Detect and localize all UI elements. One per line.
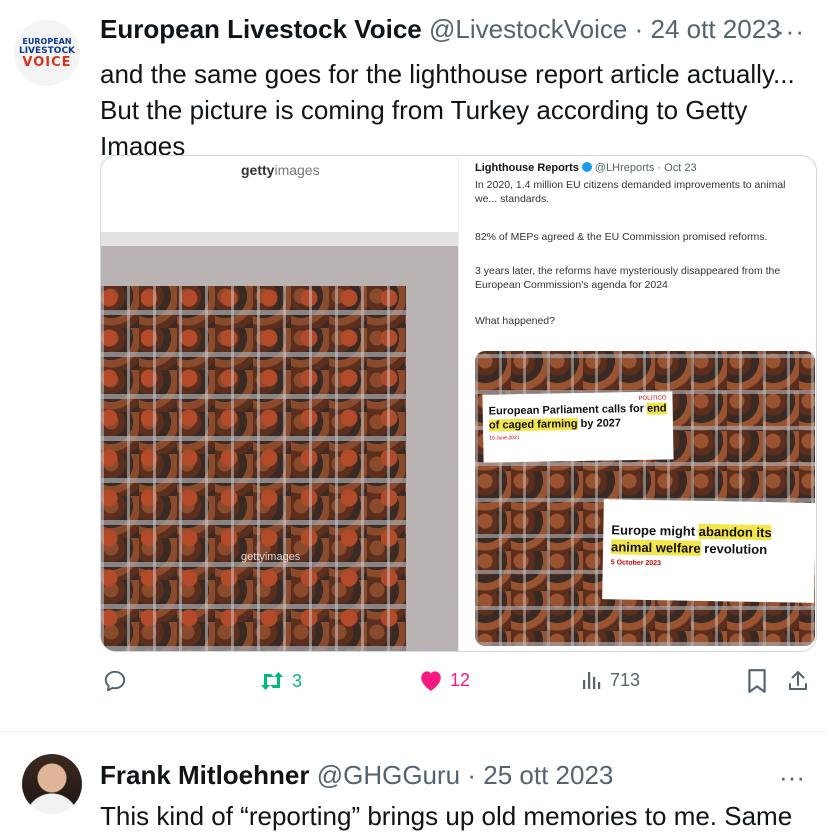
- tweet-text: and the same goes for the lighthouse rep…: [100, 59, 795, 161]
- reply-button[interactable]: [102, 668, 134, 694]
- clipping-headline: European Parliament calls for end of cag…: [488, 402, 667, 432]
- headline-clipping-1: POLITICO European Parliament calls for e…: [482, 391, 674, 463]
- tweet[interactable]: EUROPEAN LIVESTOCK VOICE European Livest…: [0, 0, 827, 730]
- clipping-date: 5 October 2023: [610, 559, 662, 568]
- more-options-icon[interactable]: ···: [776, 16, 805, 47]
- like-count: 12: [450, 669, 471, 690]
- heart-icon: [421, 671, 441, 691]
- views-chart-icon: [583, 672, 601, 689]
- share-button[interactable]: [786, 668, 810, 694]
- reply-icon: [104, 670, 126, 692]
- chicken-cage-photo: [101, 286, 406, 651]
- embedded-text-2: 82% of MEPs agreed & the EU Commission p…: [475, 231, 768, 243]
- avatar[interactable]: EUROPEAN LIVESTOCK VOICE: [14, 20, 80, 86]
- tweet-actions: 3 12 713: [100, 668, 815, 708]
- getty-screenshot: gettyimages gettyimages: [101, 156, 458, 651]
- bookmark-icon: [748, 669, 766, 693]
- bookmark-button[interactable]: [746, 668, 768, 694]
- embedded-date: Oct 23: [664, 162, 697, 174]
- like-button[interactable]: 12: [418, 668, 470, 692]
- display-name[interactable]: European Livestock Voice: [100, 14, 422, 44]
- display-name[interactable]: Frank Mitloehner: [100, 760, 309, 790]
- share-icon: [789, 671, 807, 690]
- headline-clipping-2: Europe might abandon its animal welfare r…: [602, 499, 815, 603]
- views-button[interactable]: 713: [580, 668, 640, 692]
- separator: ·: [657, 162, 662, 174]
- clipping-date: 10 June 2021: [489, 435, 520, 442]
- more-options-icon[interactable]: ···: [779, 762, 805, 793]
- tweet-header: European Livestock Voice @LivestockVoice…: [100, 14, 781, 45]
- tweet-text: This kind of “reporting” brings up old m…: [100, 801, 793, 831]
- avatar-text-2: LIVESTOCK: [18, 45, 76, 56]
- repost-count: 3: [292, 670, 303, 691]
- embedded-tweet-screenshot: Lighthouse Reports @LHreports · Oct 23 In…: [458, 156, 816, 651]
- embedded-text-1: In 2020, 1.4 million EU citizens demande…: [475, 179, 786, 205]
- divider: [101, 232, 458, 246]
- getty-logo: gettyimages: [241, 162, 320, 178]
- embedded-tweet-header: Lighthouse Reports @LHreports · Oct 23: [475, 162, 697, 174]
- verified-badge-icon: [581, 162, 592, 172]
- avatar-text-3: VOICE: [22, 54, 72, 70]
- tweet-media[interactable]: gettyimages gettyimages Lighthouse Repor…: [100, 155, 817, 652]
- handle[interactable]: @GHGGuru: [317, 760, 460, 790]
- embedded-text-3: 3 years later, the reforms have mysterio…: [475, 265, 781, 291]
- embedded-handle: @LHreports: [594, 162, 655, 174]
- clipping-headline: Europe might abandon its animal welfare r…: [610, 522, 772, 558]
- avatar[interactable]: [22, 754, 82, 814]
- separator: ·: [467, 760, 477, 790]
- embedded-text-4: What happened?: [475, 315, 555, 327]
- avatar-text-1: EUROPEAN: [22, 36, 72, 46]
- handle[interactable]: @LivestockVoice: [429, 14, 627, 44]
- repost-button[interactable]: 3: [258, 668, 302, 694]
- timestamp[interactable]: 24 ott 2023: [651, 14, 781, 44]
- embedded-image: POLITICO European Parliament calls for e…: [475, 351, 815, 646]
- timestamp[interactable]: 25 ott 2023: [483, 760, 613, 790]
- view-count: 713: [610, 669, 641, 690]
- tweet-header: Frank Mitloehner @GHGGuru · 25 ott 2023: [100, 760, 613, 791]
- tweet[interactable]: Frank Mitloehner @GHGGuru · 25 ott 2023 …: [0, 732, 827, 832]
- repost-icon: [261, 672, 283, 690]
- embedded-display-name: Lighthouse Reports: [475, 162, 579, 174]
- getty-header: gettyimages: [101, 156, 458, 233]
- separator: ·: [634, 14, 644, 44]
- watermark: gettyimages: [241, 551, 301, 563]
